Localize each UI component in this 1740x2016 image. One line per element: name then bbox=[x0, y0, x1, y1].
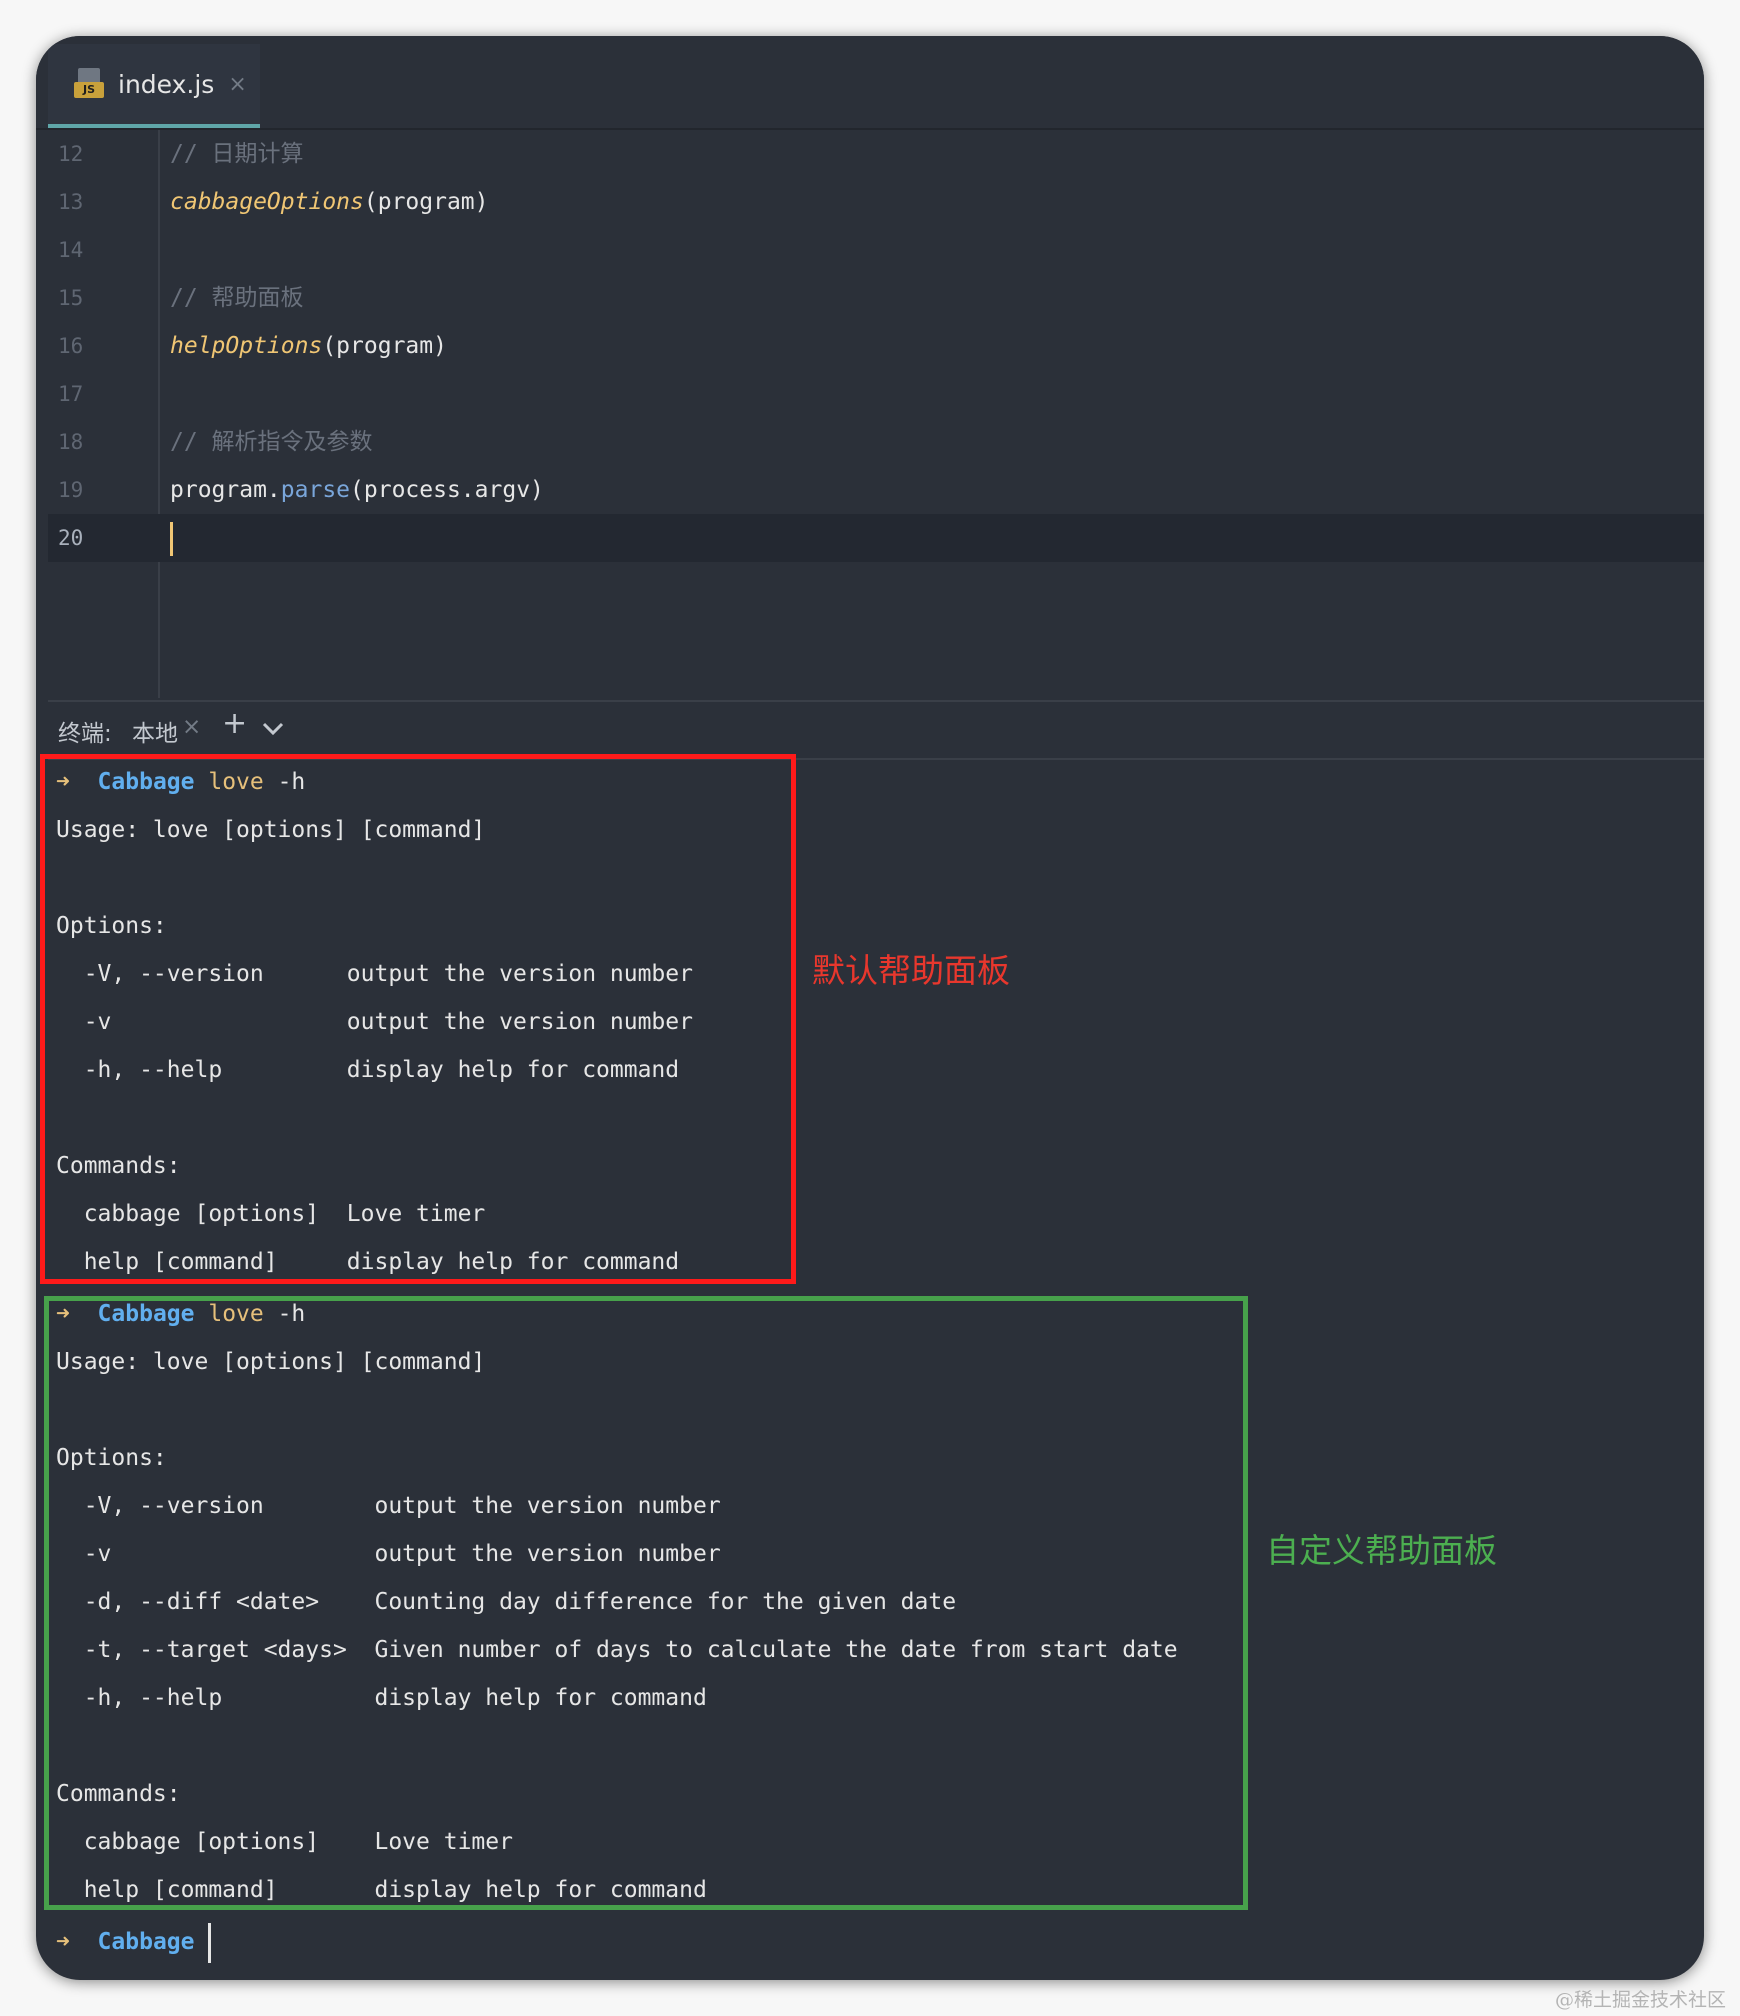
js-file-icon: JS bbox=[74, 68, 104, 100]
code-text: // 解析指令及参数 bbox=[170, 429, 373, 455]
code-line[interactable]: 17 bbox=[48, 370, 1704, 418]
code-line[interactable]: 19 program.parse(process.argv) bbox=[48, 466, 1704, 514]
close-icon[interactable]: × bbox=[228, 72, 246, 97]
annotation-default-help: 默认帮助面板 bbox=[812, 951, 1010, 990]
line-number: 18 bbox=[58, 430, 84, 454]
code-line[interactable]: 20 bbox=[48, 514, 1704, 562]
line-number: 17 bbox=[58, 382, 84, 406]
code-text: helpOptions(program) bbox=[170, 333, 447, 359]
terminal-active-prompt[interactable]: ➜ Cabbage bbox=[56, 1918, 212, 1966]
line-number: 13 bbox=[58, 190, 84, 214]
terminal-label: 终端: bbox=[58, 721, 112, 747]
line-number: 14 bbox=[58, 238, 84, 262]
code-line[interactable]: 14 bbox=[48, 226, 1704, 274]
add-terminal-icon[interactable]: + bbox=[222, 706, 247, 741]
line-number: 12 bbox=[58, 142, 84, 166]
ide-window: JS index.js × 12 // 日期计算 13 cabbageOptions(… bbox=[36, 36, 1704, 1980]
code-editor[interactable]: 12 // 日期计算 13 cabbageOptions(program) 14 15 //… bbox=[48, 130, 1704, 698]
watermark: @稀土掘金技术社区 bbox=[1554, 1989, 1726, 2011]
annotation-custom-help: 自定义帮助面板 bbox=[1266, 1531, 1497, 1570]
prompt-directory: Cabbage bbox=[69, 1929, 195, 1955]
close-icon[interactable]: × bbox=[182, 714, 201, 740]
code-text: cabbageOptions(program) bbox=[170, 189, 489, 215]
tab-index-js[interactable]: JS index.js × bbox=[48, 44, 260, 128]
text-cursor bbox=[170, 521, 173, 556]
line-number: 19 bbox=[58, 478, 84, 502]
tab-label: index.js bbox=[118, 69, 215, 99]
chevron-down-icon[interactable] bbox=[262, 714, 284, 742]
code-line[interactable]: 16 helpOptions(program) bbox=[48, 322, 1704, 370]
code-line[interactable]: 12 // 日期计算 bbox=[48, 130, 1704, 178]
line-number: 15 bbox=[58, 286, 84, 310]
terminal-cursor bbox=[208, 1922, 212, 1963]
code-text bbox=[170, 514, 173, 562]
prompt-arrow-icon: ➜ bbox=[56, 1929, 70, 1955]
editor-tab-bar: JS index.js × bbox=[36, 36, 1704, 130]
line-number: 16 bbox=[58, 334, 84, 358]
code-line[interactable]: 13 cabbageOptions(program) bbox=[48, 178, 1704, 226]
code-line[interactable]: 18 // 解析指令及参数 bbox=[48, 418, 1704, 466]
default-help-highlight-box bbox=[40, 754, 796, 1284]
custom-help-highlight-box bbox=[44, 1296, 1248, 1910]
tab-terminal-local[interactable]: 本地 bbox=[132, 714, 178, 748]
code-text: // 日期计算 bbox=[170, 141, 304, 167]
code-line[interactable]: 15 // 帮助面板 bbox=[48, 274, 1704, 322]
code-text: program.parse(process.argv) bbox=[170, 477, 544, 503]
line-number: 20 bbox=[58, 526, 84, 550]
terminal-header: 终端: 本地 × + bbox=[48, 700, 1704, 760]
code-text: // 帮助面板 bbox=[170, 285, 304, 311]
